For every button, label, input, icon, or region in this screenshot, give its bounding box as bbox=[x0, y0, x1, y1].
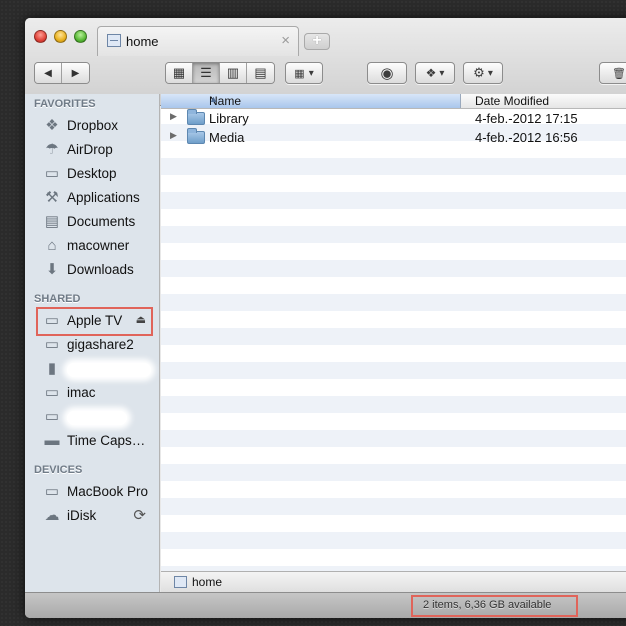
file-name: Library bbox=[209, 111, 249, 126]
sidebar-item-dropbox[interactable]: ❖ Dropbox bbox=[25, 115, 160, 137]
table-row[interactable]: ▶ Library 4-feb.-2012 17:15 bbox=[161, 109, 626, 128]
sidebar-item-label: MacBook Pro bbox=[67, 484, 149, 499]
quicklook-button[interactable]: ◉ bbox=[367, 62, 407, 84]
sidebar-item-label: macowner bbox=[67, 238, 130, 253]
dropbox-icon: ❖ bbox=[425, 66, 437, 80]
view-mode-control: ▦ ☰ ▥ ▤ bbox=[165, 62, 275, 84]
sidebar-item-documents[interactable]: ▤ Documents bbox=[25, 211, 160, 233]
action-chevron-icon: ▾ bbox=[487, 67, 493, 79]
tab-close-icon[interactable]: × bbox=[281, 32, 290, 49]
sidebar-item-label: AirDrop bbox=[67, 142, 113, 157]
sidebar-item-label: gigashare2 bbox=[67, 337, 134, 352]
sidebar-item-label: Documents bbox=[67, 214, 136, 229]
forward-button[interactable]: ▶ bbox=[62, 63, 89, 83]
dropbox-chevron-icon: ▾ bbox=[439, 67, 445, 79]
airdrop-icon: ☂ bbox=[45, 141, 59, 158]
sidebar-item-redacted-share[interactable]: ▭ bbox=[25, 406, 160, 428]
eye-icon: ◉ bbox=[380, 65, 394, 82]
file-list: Name ▲ Date Modified ▶ Library 4-feb.-20… bbox=[161, 94, 626, 571]
list-view-button[interactable]: ☰ bbox=[193, 63, 220, 83]
dropbox-button[interactable]: ❖ ▾ bbox=[415, 62, 455, 84]
minimize-window-button[interactable] bbox=[54, 30, 67, 43]
sidebar-item-time-capsule[interactable]: ▬ Time Caps… bbox=[25, 430, 160, 452]
sidebar-item-label: Applications bbox=[67, 190, 140, 205]
redaction-blur bbox=[67, 411, 127, 425]
sidebar-item-macbook-pro[interactable]: ▭ MacBook Pro bbox=[25, 481, 160, 503]
column-view-button[interactable]: ▥ bbox=[220, 63, 247, 83]
file-date: 4-feb.-2012 17:15 bbox=[475, 111, 578, 126]
sidebar-item-airdrop[interactable]: ☂ AirDrop bbox=[25, 139, 160, 161]
arrange-button[interactable]: ▦ ▾ bbox=[285, 62, 323, 84]
path-item-home[interactable]: home bbox=[192, 575, 222, 589]
action-button[interactable]: ⚙ ▾ bbox=[463, 62, 503, 84]
display-icon: ▭ bbox=[44, 384, 60, 401]
sidebar-item-desktop[interactable]: ▭ Desktop bbox=[25, 163, 160, 185]
sidebar-item-label: imac bbox=[67, 385, 96, 400]
documents-icon: ▤ bbox=[44, 213, 60, 230]
arrange-chevron-icon: ▾ bbox=[308, 67, 314, 79]
desktop-icon: ▭ bbox=[44, 165, 60, 182]
highlight-box bbox=[411, 595, 578, 617]
path-bar: home bbox=[161, 571, 626, 592]
tab-home[interactable]: home × bbox=[97, 26, 299, 56]
folder-icon bbox=[187, 109, 205, 125]
home-icon: ⌂ bbox=[47, 237, 57, 254]
trash-icon: 🗑 bbox=[612, 67, 626, 80]
file-name: Media bbox=[209, 130, 245, 145]
devices-header: DEVICES bbox=[34, 464, 83, 476]
redaction-blur bbox=[67, 363, 151, 377]
file-date: 4-feb.-2012 16:56 bbox=[475, 130, 578, 145]
table-row[interactable]: ▶ Media 4-feb.-2012 16:56 bbox=[161, 128, 626, 147]
sidebar-item-applications[interactable]: ⚒ Applications bbox=[25, 187, 160, 209]
sync-icon[interactable]: ⟳ bbox=[133, 506, 146, 524]
shared-header: SHARED bbox=[34, 293, 81, 305]
display-icon: ▭ bbox=[44, 408, 60, 425]
sidebar-item-label: Dropbox bbox=[67, 118, 119, 133]
finder-window: home × + ◀ ▶ ▦ ☰ ▥ ▤ ▦ ▾ ◉ ❖ ▾ ⚙ ▾ 🗑 FAV… bbox=[25, 18, 626, 618]
sidebar-item-gigashare2[interactable]: ▭ gigashare2 bbox=[25, 334, 160, 356]
favorites-header: FAVORITES bbox=[34, 98, 96, 110]
home-folder-icon bbox=[174, 576, 187, 588]
applications-icon: ⚒ bbox=[45, 189, 59, 206]
arrange-icon: ▦ bbox=[294, 67, 305, 80]
sidebar-item-redacted-device[interactable]: ▮ bbox=[25, 358, 160, 380]
gear-icon: ⚙ bbox=[473, 65, 485, 80]
close-window-button[interactable] bbox=[34, 30, 47, 43]
sidebar-item-idisk[interactable]: ☁ iDisk ⟳ bbox=[25, 505, 160, 527]
coverflow-view-button[interactable]: ▤ bbox=[247, 63, 274, 83]
disclosure-triangle-icon[interactable]: ▶ bbox=[170, 111, 177, 122]
icon-view-button[interactable]: ▦ bbox=[166, 63, 193, 83]
home-folder-icon bbox=[107, 34, 121, 47]
downloads-icon: ⬇ bbox=[45, 261, 59, 278]
status-bar: 2 items, 6,36 GB available bbox=[25, 592, 626, 618]
delete-button[interactable]: 🗑 bbox=[599, 62, 626, 84]
sidebar-item-imac[interactable]: ▭ imac bbox=[25, 382, 160, 404]
sidebar-item-macowner[interactable]: ⌂ macowner bbox=[25, 235, 160, 257]
sidebar: FAVORITES ❖ Dropbox ☂ AirDrop ▭ Desktop … bbox=[25, 94, 160, 592]
disclosure-triangle-icon[interactable]: ▶ bbox=[170, 130, 177, 141]
highlight-box bbox=[36, 307, 153, 336]
sidebar-item-label: iDisk bbox=[67, 508, 97, 523]
back-button[interactable]: ◀ bbox=[35, 63, 62, 83]
zoom-window-button[interactable] bbox=[74, 30, 87, 43]
sort-ascending-icon: ▲ bbox=[209, 94, 218, 104]
sidebar-item-label: Downloads bbox=[67, 262, 134, 277]
time-capsule-icon: ▬ bbox=[44, 432, 60, 449]
column-name-header[interactable]: Name ▲ bbox=[161, 94, 461, 108]
back-forward-control: ◀ ▶ bbox=[34, 62, 90, 84]
new-tab-button[interactable]: + bbox=[304, 33, 330, 50]
column-header: Name ▲ Date Modified bbox=[161, 94, 626, 109]
tab-label: home bbox=[126, 34, 159, 49]
dropbox-icon: ❖ bbox=[45, 117, 59, 134]
sidebar-item-downloads[interactable]: ⬇ Downloads bbox=[25, 259, 160, 281]
idisk-icon: ☁ bbox=[44, 507, 60, 524]
folder-icon bbox=[187, 128, 205, 144]
sidebar-item-label: Time Caps… bbox=[67, 433, 146, 448]
sidebar-item-label: Desktop bbox=[67, 166, 117, 181]
laptop-icon: ▭ bbox=[44, 483, 60, 500]
titlebar: home × + ◀ ▶ ▦ ☰ ▥ ▤ ▦ ▾ ◉ ❖ ▾ ⚙ ▾ 🗑 bbox=[25, 18, 626, 106]
display-icon: ▭ bbox=[44, 336, 60, 353]
column-date-header[interactable]: Date Modified bbox=[475, 94, 549, 108]
device-icon: ▮ bbox=[47, 360, 57, 377]
